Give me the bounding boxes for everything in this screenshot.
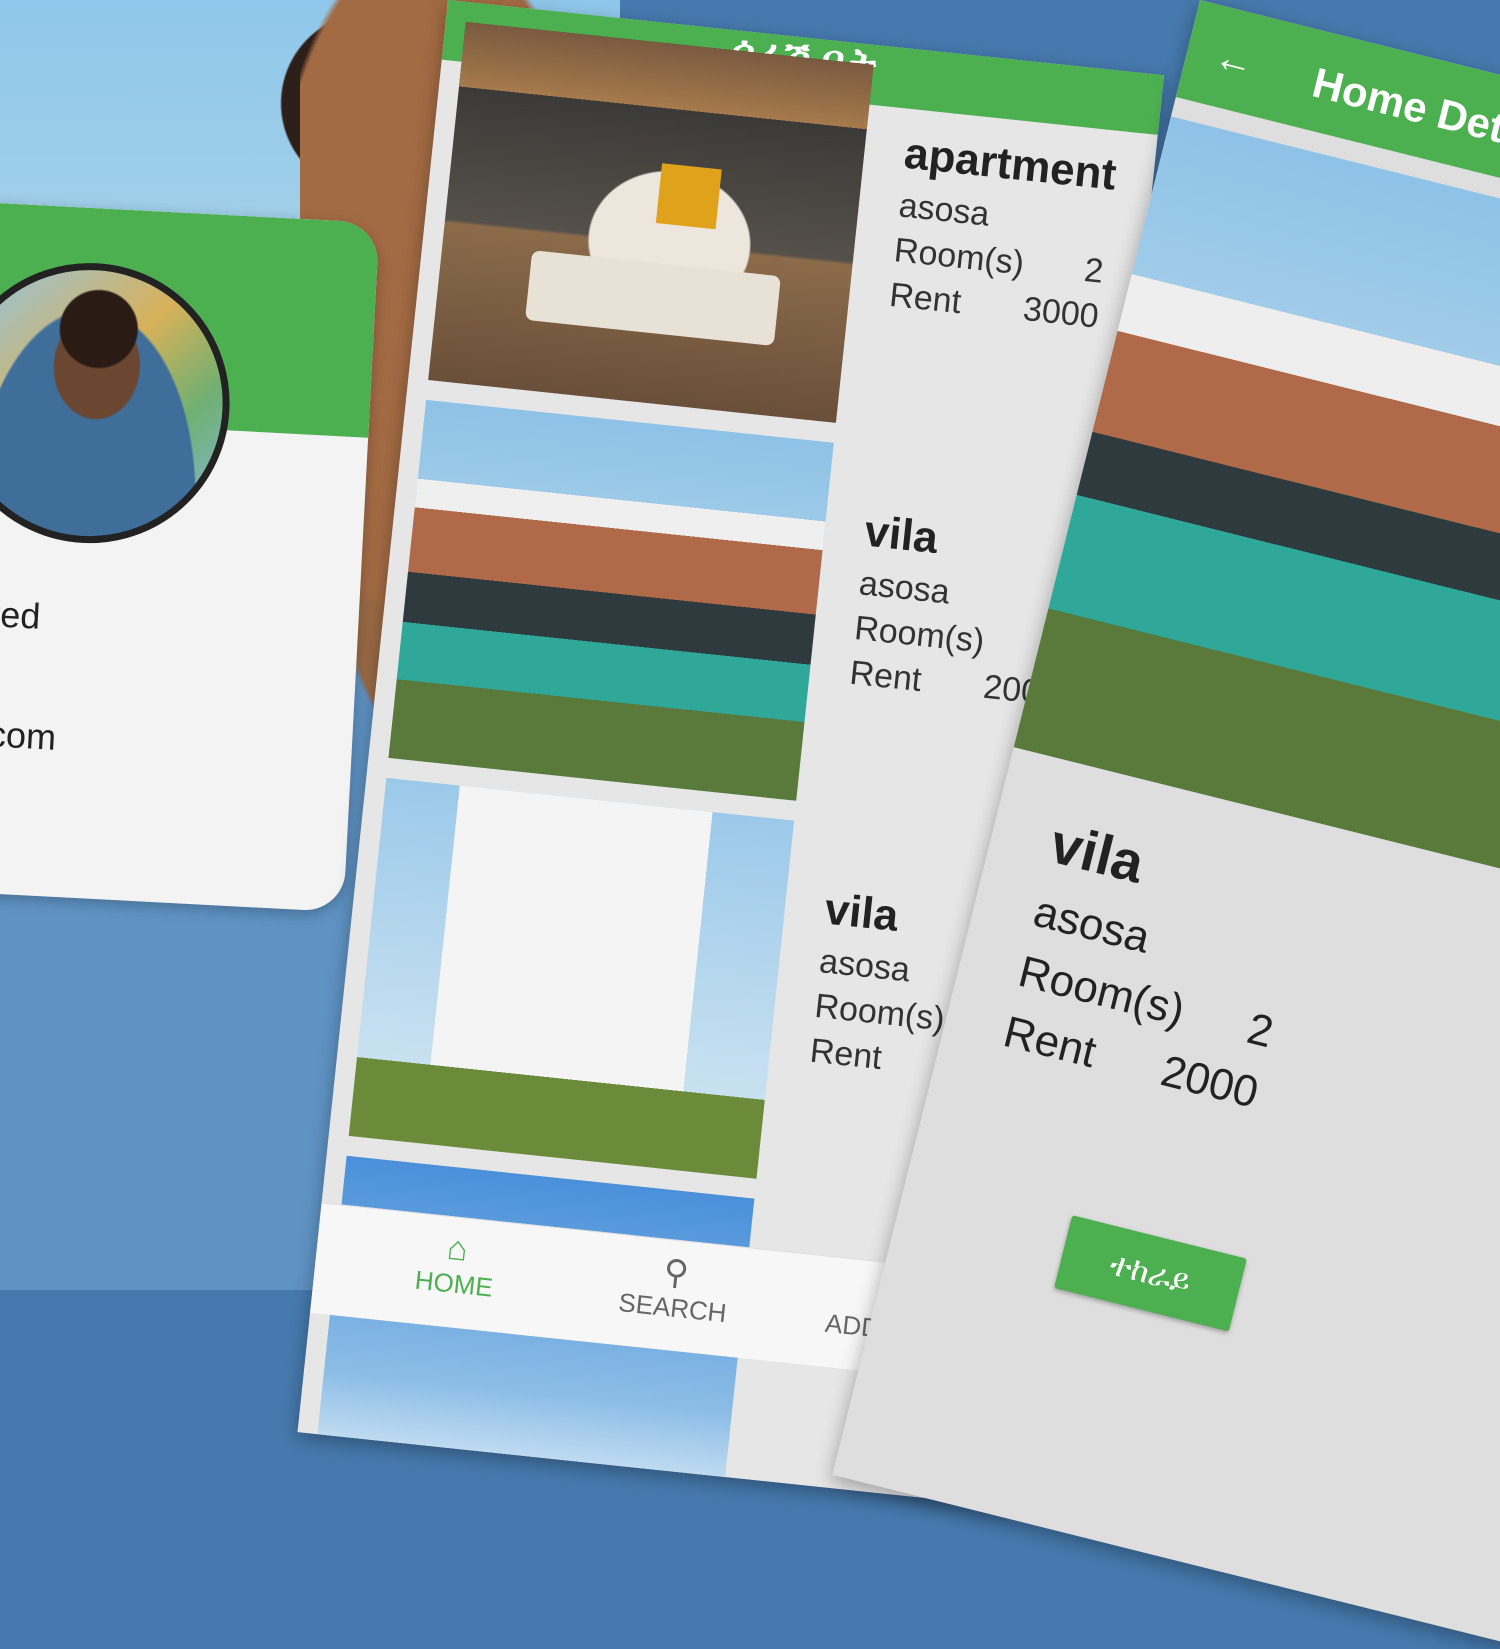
list-item[interactable]: vila asosa Room(s)2 Rent2000 [388, 399, 1102, 829]
list-item[interactable]: apartment asosa Room(s) 2 Rent 3000 [428, 21, 1142, 451]
profile-card: ared il.com [0, 200, 380, 913]
rent-button[interactable]: ተከራይ [1054, 1215, 1247, 1332]
listing-info: apartment asosa Room(s) 2 Rent 3000 [888, 129, 1119, 337]
page-title: Home Det [1307, 58, 1500, 152]
listing-photo [348, 777, 795, 1179]
profile-email: il.com [0, 711, 58, 758]
listing-photo [428, 21, 874, 423]
detail-info: vila asosa Room(s) 2 Rent 2000 [999, 810, 1312, 1118]
profile-name: ared [0, 592, 42, 637]
nav-search[interactable]: ⚲ SEARCH [571, 1242, 777, 1334]
arrow-left-icon[interactable]: ← [1210, 34, 1259, 87]
listing-photo [388, 399, 834, 801]
nav-home[interactable]: ⌂ HOME [353, 1219, 559, 1310]
